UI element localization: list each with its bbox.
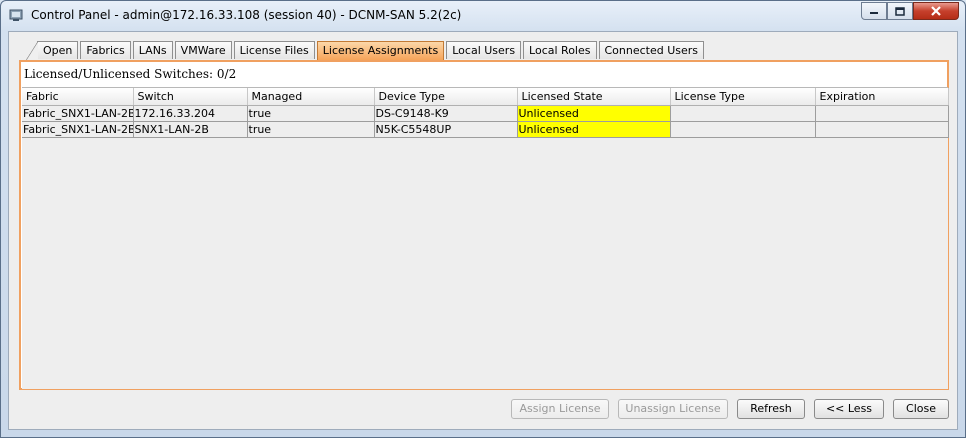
cell-switch[interactable]: SNX1-LAN-2B bbox=[133, 121, 248, 138]
window-controls bbox=[861, 2, 959, 21]
tab-local-roles[interactable]: Local Roles bbox=[523, 41, 597, 59]
cell-managed[interactable]: true bbox=[247, 121, 375, 138]
license-assignments-panel: Licensed/Unlicensed Switches: 0/2 Fabric… bbox=[19, 60, 949, 390]
tab-local-users[interactable]: Local Users bbox=[446, 41, 522, 59]
cell-expiration[interactable] bbox=[815, 105, 949, 122]
unassign-license-button[interactable]: Unassign License bbox=[618, 399, 728, 419]
cell-switch[interactable]: 172.16.33.204 bbox=[133, 105, 248, 122]
close-button[interactable]: Close bbox=[893, 399, 949, 419]
cell-managed[interactable]: true bbox=[247, 105, 375, 122]
cell-licensed-state[interactable]: Unlicensed bbox=[517, 105, 671, 122]
assign-license-button[interactable]: Assign License bbox=[511, 399, 609, 419]
maximize-button[interactable] bbox=[887, 2, 913, 20]
column-header-license-type[interactable]: License Type bbox=[670, 88, 816, 106]
cell-device-type[interactable]: DS-C9148-K9 bbox=[374, 105, 518, 122]
license-summary: Licensed/Unlicensed Switches: 0/2 bbox=[24, 67, 237, 81]
control-panel-window: Control Panel - admin@172.16.33.108 (ses… bbox=[0, 0, 966, 438]
cell-licensed-state[interactable]: Unlicensed bbox=[517, 121, 671, 138]
minimize-button[interactable] bbox=[861, 2, 887, 20]
tab-license-assignments[interactable]: License Assignments bbox=[316, 41, 445, 60]
cell-license-type[interactable] bbox=[670, 105, 816, 122]
column-header-expiration[interactable]: Expiration bbox=[815, 88, 949, 106]
tab-fabrics[interactable]: Fabrics bbox=[80, 41, 131, 59]
less-button[interactable]: << Less bbox=[814, 399, 884, 419]
tab-lans[interactable]: LANs bbox=[132, 41, 173, 59]
title-bar[interactable]: Control Panel - admin@172.16.33.108 (ses… bbox=[1, 1, 965, 31]
tab-vmware[interactable]: VMWare bbox=[174, 41, 232, 59]
maximize-icon bbox=[895, 6, 905, 16]
license-table-container: Fabric Switch Managed Device Type Licens… bbox=[22, 87, 949, 389]
column-header-switch[interactable]: Switch bbox=[133, 88, 248, 106]
table-header-row: Fabric Switch Managed Device Type Licens… bbox=[22, 88, 949, 106]
cell-expiration[interactable] bbox=[815, 121, 949, 138]
tab-open[interactable]: Open bbox=[25, 41, 79, 60]
refresh-button[interactable]: Refresh bbox=[737, 399, 805, 419]
tab-strip: Open Fabrics LANs VMWare License Files L… bbox=[25, 41, 706, 60]
tab-connected-users[interactable]: Connected Users bbox=[598, 41, 705, 59]
close-window-button[interactable] bbox=[913, 2, 959, 20]
cell-fabric[interactable]: Fabric_SNX1-LAN-2B bbox=[22, 121, 134, 138]
cell-license-type[interactable] bbox=[670, 121, 816, 138]
license-assignments-table: Fabric Switch Managed Device Type Licens… bbox=[22, 88, 949, 138]
tab-license-files[interactable]: License Files bbox=[233, 41, 315, 59]
window-title: Control Panel - admin@172.16.33.108 (ses… bbox=[31, 8, 462, 22]
column-header-managed[interactable]: Managed bbox=[247, 88, 375, 106]
column-header-device-type[interactable]: Device Type bbox=[374, 88, 518, 106]
app-icon bbox=[9, 9, 23, 21]
cell-device-type[interactable]: N5K-C5548UP bbox=[374, 121, 518, 138]
control-panel-body: Open Fabrics LANs VMWare License Files L… bbox=[8, 31, 958, 430]
minimize-icon bbox=[870, 12, 878, 14]
table-row[interactable]: Fabric_SNX1-LAN-2B SNX1-LAN-2B true N5K-… bbox=[22, 121, 949, 138]
table-row[interactable]: Fabric_SNX1-LAN-2B 172.16.33.204 true DS… bbox=[22, 105, 949, 122]
cell-fabric[interactable]: Fabric_SNX1-LAN-2B bbox=[22, 105, 134, 122]
column-header-licensed-state[interactable]: Licensed State bbox=[517, 88, 671, 106]
column-header-fabric[interactable]: Fabric bbox=[22, 88, 134, 106]
close-icon bbox=[931, 6, 941, 16]
